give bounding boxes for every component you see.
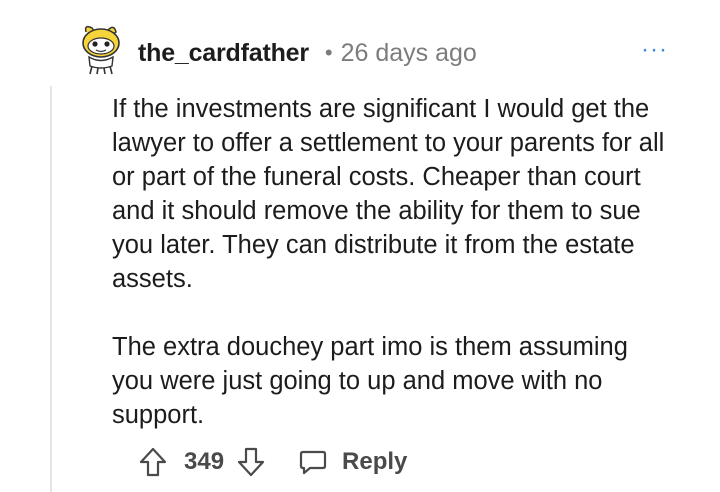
comment-timestamp[interactable]: 26 days ago — [341, 39, 477, 68]
reply-button[interactable]: Reply — [298, 447, 407, 477]
user-avatar[interactable] — [74, 22, 128, 76]
chat-bubble-icon — [298, 447, 328, 477]
username-link[interactable]: the_cardfather — [138, 39, 309, 68]
downvote-arrow-icon[interactable] — [236, 446, 266, 478]
comment-actions: 349 Reply — [138, 444, 407, 480]
comment-body: If the investments are significant I wou… — [112, 92, 672, 432]
upvote-arrow-icon[interactable] — [138, 446, 168, 478]
snoo-avatar-icon — [82, 25, 120, 75]
comment-paragraph: If the investments are significant I wou… — [112, 95, 665, 293]
comment-header: the_cardfather • 26 days ago — [138, 34, 477, 72]
comment-paragraph: The extra douchey part imo is them assum… — [112, 333, 628, 429]
vote-score: 349 — [184, 448, 225, 475]
meta-separator: • — [324, 40, 333, 65]
more-options-icon[interactable]: ··· — [641, 38, 668, 62]
thread-line[interactable] — [50, 86, 52, 492]
reply-label: Reply — [342, 448, 408, 475]
